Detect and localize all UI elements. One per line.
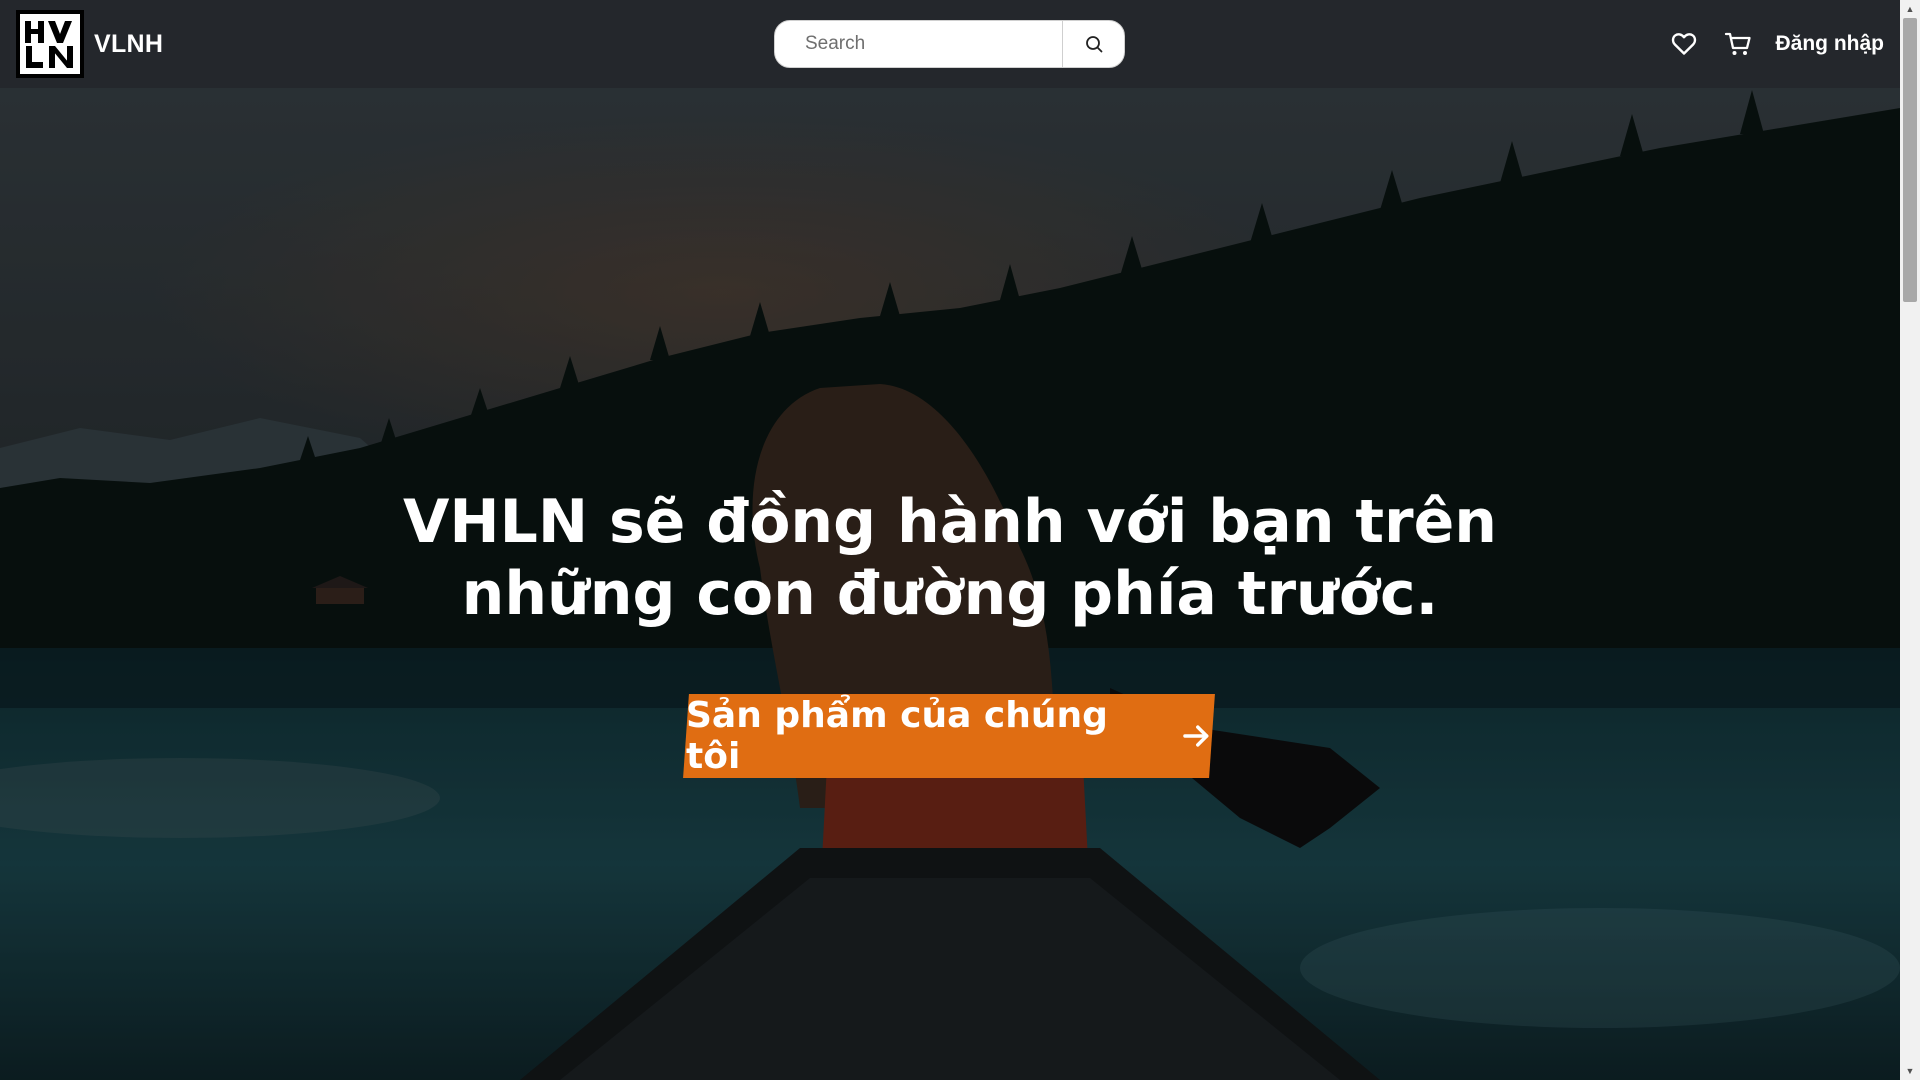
scroll-up-arrow-icon[interactable]: ▲ <box>1900 0 1920 18</box>
cart-icon <box>1724 32 1751 55</box>
cta-label: Sản phẩm của chúng tôi <box>686 695 1108 777</box>
search-icon <box>1085 36 1102 53</box>
scrollbar-thumb[interactable] <box>1903 18 1917 302</box>
wishlist-button[interactable] <box>1664 24 1704 64</box>
search-input[interactable] <box>775 21 1062 67</box>
arrow-right-icon <box>1183 725 1209 747</box>
search-button[interactable] <box>1062 21 1124 67</box>
hero-section: VHLN sẽ đồng hành với bạn trên những con… <box>0 88 1900 1080</box>
top-navbar: VLNH Đăng nhập <box>0 0 1900 88</box>
login-link[interactable]: Đăng nhập <box>1776 32 1885 56</box>
brand-logo[interactable] <box>16 10 84 78</box>
nav-actions: Đăng nhập <box>1664 0 1885 88</box>
search-bar <box>774 20 1125 68</box>
brand-logo-mark <box>25 21 73 68</box>
cart-button[interactable] <box>1718 24 1758 64</box>
products-cta-button[interactable]: Sản phẩm của chúng tôi <box>683 694 1215 778</box>
brand-name[interactable]: VLNH <box>94 30 163 59</box>
hero-heading-line-2: những con đường phía trước. <box>461 559 1439 629</box>
hero-heading: VHLN sẽ đồng hành với bạn trên những con… <box>0 486 1900 630</box>
heart-icon <box>1671 33 1696 55</box>
hero-heading-line-1: VHLN sẽ đồng hành với bạn trên <box>402 487 1498 557</box>
brand[interactable]: VLNH <box>16 10 163 78</box>
scroll-down-arrow-icon[interactable]: ▼ <box>1900 1062 1920 1080</box>
page-scrollbar[interactable]: ▲ ▼ <box>1900 0 1920 1080</box>
